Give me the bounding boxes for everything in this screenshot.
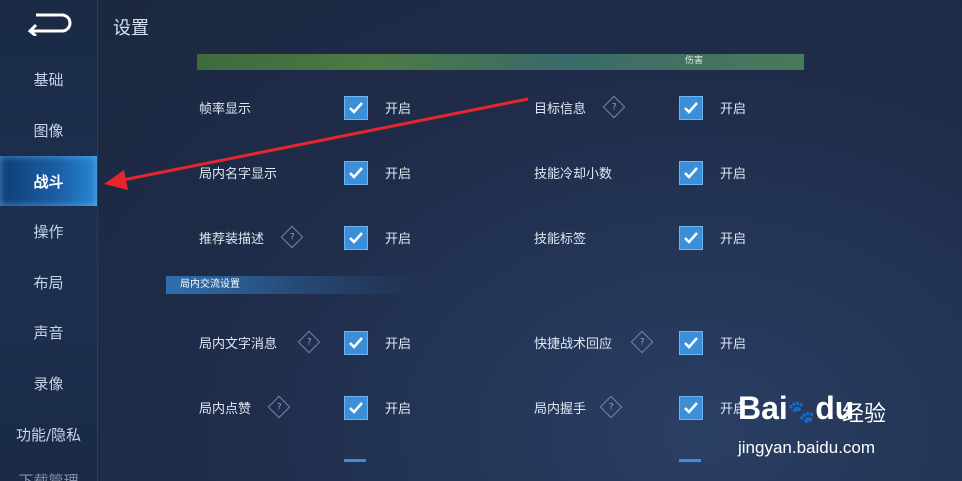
checkmark-icon xyxy=(349,402,363,414)
sidebar-item-sound[interactable]: 声音 xyxy=(0,308,97,356)
setting-checkbox[interactable] xyxy=(344,96,368,120)
checkmark-icon xyxy=(684,102,698,114)
sidebar-item-graphics[interactable]: 图像 xyxy=(0,106,97,154)
sidebar-item-downloads[interactable]: 下载管理 xyxy=(0,470,97,481)
sidebar-item-label: 下载管理 xyxy=(18,472,79,481)
checkmark-icon xyxy=(349,232,363,244)
banner-tag: 伤害 xyxy=(685,56,704,66)
sidebar-item-label: 操作 xyxy=(33,222,64,241)
page-title: 设置 xyxy=(113,18,149,39)
setting-checkbox[interactable] xyxy=(679,331,703,355)
setting-state: 开启 xyxy=(385,232,412,247)
setting-state: 开启 xyxy=(720,402,747,417)
setting-label: 推荐装描述 xyxy=(199,232,265,247)
sidebar-item-controls[interactable]: 操作 xyxy=(0,207,97,255)
sidebar-item-label: 录像 xyxy=(33,374,64,393)
setting-label: 局内文字消息 xyxy=(199,337,278,352)
sidebar-item-basic[interactable]: 基础 xyxy=(0,55,97,103)
sidebar-item-label: 功能/隐私 xyxy=(15,425,82,444)
help-icon[interactable]: ? xyxy=(630,330,654,354)
setting-checkbox[interactable] xyxy=(679,226,703,250)
setting-label: 局内名字显示 xyxy=(199,167,278,182)
preview-banner: 伤害 xyxy=(197,54,804,70)
setting-state: 开启 xyxy=(720,167,747,182)
setting-checkbox[interactable] xyxy=(344,226,368,250)
checkmark-icon xyxy=(684,337,698,349)
sidebar-item-label: 战斗 xyxy=(33,172,64,191)
setting-checkbox-partial[interactable] xyxy=(679,459,701,462)
setting-state: 开启 xyxy=(720,337,747,352)
setting-state: 开启 xyxy=(385,402,412,417)
setting-checkbox[interactable] xyxy=(344,331,368,355)
setting-label: 帧率显示 xyxy=(199,102,252,117)
checkmark-icon xyxy=(349,167,363,179)
sidebar-item-battle[interactable]: 战斗 xyxy=(0,156,97,206)
setting-state: 开启 xyxy=(720,102,747,117)
setting-label: 技能冷却小数 xyxy=(534,167,613,182)
settings-panel: 设置 伤害 帧率显示 开启 目标信息 ? 开启 局内名字显示 开启 技能冷却小数… xyxy=(98,0,962,481)
setting-state: 开启 xyxy=(720,232,747,247)
setting-label: 技能标签 xyxy=(534,232,587,247)
sidebar-item-label: 声音 xyxy=(33,323,64,342)
checkmark-icon xyxy=(349,102,363,114)
checkmark-icon xyxy=(684,167,698,179)
checkmark-icon xyxy=(349,337,363,349)
setting-checkbox[interactable] xyxy=(679,161,703,185)
setting-state: 开启 xyxy=(385,337,412,352)
setting-label: 局内握手 xyxy=(534,402,587,417)
help-icon[interactable]: ? xyxy=(280,225,304,249)
setting-checkbox[interactable] xyxy=(679,96,703,120)
sidebar-item-label: 基础 xyxy=(33,70,64,89)
setting-state: 开启 xyxy=(385,102,412,117)
help-icon[interactable]: ? xyxy=(602,95,626,119)
checkmark-icon xyxy=(684,232,698,244)
sidebar-item-label: 图像 xyxy=(33,121,64,140)
help-icon[interactable]: ? xyxy=(297,330,321,354)
setting-checkbox-partial[interactable] xyxy=(344,459,366,462)
sidebar-item-replay[interactable]: 录像 xyxy=(0,359,97,407)
setting-checkbox[interactable] xyxy=(344,396,368,420)
sidebar-item-label: 布局 xyxy=(33,273,64,292)
section-header-chat: 局内交流设置 xyxy=(166,276,416,294)
setting-state: 开启 xyxy=(385,167,412,182)
back-icon[interactable] xyxy=(26,10,72,36)
help-icon[interactable]: ? xyxy=(267,395,291,419)
setting-label: 快捷战术回应 xyxy=(534,337,613,352)
setting-label: 局内点赞 xyxy=(199,402,252,417)
setting-checkbox[interactable] xyxy=(344,161,368,185)
setting-checkbox[interactable] xyxy=(679,396,703,420)
setting-label: 目标信息 xyxy=(534,102,587,117)
checkmark-icon xyxy=(684,402,698,414)
sidebar: 基础 图像 战斗 操作 布局 声音 录像 功能/隐私 下载管理 xyxy=(0,0,98,481)
help-icon[interactable]: ? xyxy=(599,395,623,419)
sidebar-item-layout[interactable]: 布局 xyxy=(0,258,97,306)
sidebar-item-privacy[interactable]: 功能/隐私 xyxy=(0,410,97,458)
